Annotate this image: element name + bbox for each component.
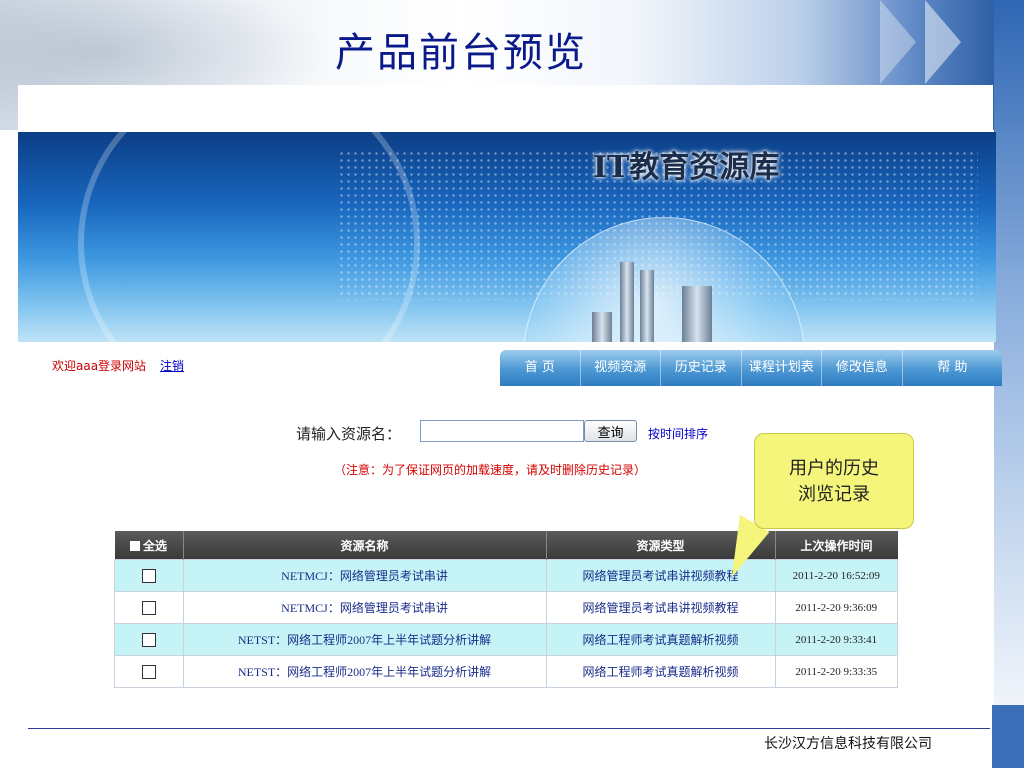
select-all-header[interactable]: 全选 — [114, 531, 184, 560]
table-row: NETMCJ：网络管理员考试串讲 网络管理员考试串讲视频教程 2011-2-20… — [114, 559, 898, 592]
banner-title: IT教育资源库 — [593, 150, 780, 185]
history-table: 全选 资源名称 资源类型 上次操作时间 NETMCJ：网络管理员考试串讲 网络管… — [114, 531, 898, 688]
table-row: NETST：网络工程师2007年上半年试题分析讲解 网络工程师考试真题解析视频 … — [114, 655, 898, 688]
checkbox-icon — [129, 541, 140, 551]
table-header-row: 全选 资源名称 资源类型 上次操作时间 — [114, 531, 898, 560]
footer-company: 长沙汉方信息科技有限公司 — [764, 736, 932, 752]
operation-time: 2011-2-20 9:33:41 — [774, 623, 898, 656]
operation-time: 2011-2-20 9:33:35 — [774, 655, 898, 688]
row-checkbox[interactable] — [141, 633, 156, 648]
row-checkbox[interactable] — [141, 601, 156, 616]
column-header-time: 上次操作时间 — [775, 531, 898, 560]
logout-link[interactable]: 注销 — [160, 357, 184, 374]
history-callout: 用户的历史 浏览记录 — [754, 433, 914, 529]
callout-line: 浏览记录 — [798, 484, 870, 505]
nav-home[interactable]: 首 页 — [500, 350, 581, 386]
building-image — [682, 286, 712, 342]
column-header-name: 资源名称 — [183, 531, 547, 560]
footer-divider — [28, 728, 990, 729]
resource-type-link[interactable]: 网络工程师考试真题解析视频 — [545, 623, 776, 656]
welcome-text: 欢迎aaa登录网站 — [52, 359, 147, 373]
resource-name-link[interactable]: NETST：网络工程师2007年上半年试题分析讲解 — [182, 655, 547, 688]
row-checkbox[interactable] — [141, 665, 156, 680]
operation-time: 2011-2-20 9:36:09 — [774, 591, 898, 624]
nav-video-resources[interactable]: 视频资源 — [581, 350, 662, 386]
main-nav: 首 页 视频资源 历史记录 课程计划表 修改信息 帮 助 — [500, 350, 1002, 386]
chevron-decoration — [925, 0, 961, 84]
slide-title: 产品前台预览 — [335, 30, 587, 76]
site-banner: IT教育资源库 — [18, 132, 996, 342]
operation-time: 2011-2-20 16:52:09 — [774, 559, 898, 592]
resource-name-link[interactable]: NETMCJ：网络管理员考试串讲 — [182, 591, 547, 624]
nav-history[interactable]: 历史记录 — [661, 350, 742, 386]
nav-edit-info[interactable]: 修改信息 — [822, 350, 903, 386]
nav-course-plan[interactable]: 课程计划表 — [742, 350, 823, 386]
resource-search-input[interactable] — [420, 420, 584, 442]
resource-type-link[interactable]: 网络工程师考试真题解析视频 — [545, 655, 776, 688]
callout-line: 用户的历史 — [789, 458, 879, 479]
chevron-decoration — [880, 0, 916, 84]
tower-image — [620, 262, 634, 342]
resource-type-link[interactable]: 网络管理员考试串讲视频教程 — [545, 591, 776, 624]
table-row: NETST：网络工程师2007年上半年试题分析讲解 网络工程师考试真题解析视频 … — [114, 623, 898, 656]
search-button[interactable]: 查询 — [584, 420, 637, 442]
slide-corner-block — [992, 705, 1024, 768]
search-label: 请输入资源名： — [296, 425, 402, 443]
building-image — [592, 312, 612, 342]
nav-help[interactable]: 帮 助 — [903, 350, 1002, 386]
resource-name-link[interactable]: NETMCJ：网络管理员考试串讲 — [182, 559, 547, 592]
sort-by-time-link[interactable]: 按时间排序 — [648, 425, 708, 442]
table-row: NETMCJ：网络管理员考试串讲 网络管理员考试串讲视频教程 2011-2-20… — [114, 591, 898, 624]
resource-name-link[interactable]: NETST：网络工程师2007年上半年试题分析讲解 — [182, 623, 547, 656]
notice-text: （注意：为了保证网页的加载速度，请及时删除历史记录） — [334, 463, 647, 477]
tower-image — [640, 270, 654, 342]
row-checkbox[interactable] — [141, 569, 156, 584]
